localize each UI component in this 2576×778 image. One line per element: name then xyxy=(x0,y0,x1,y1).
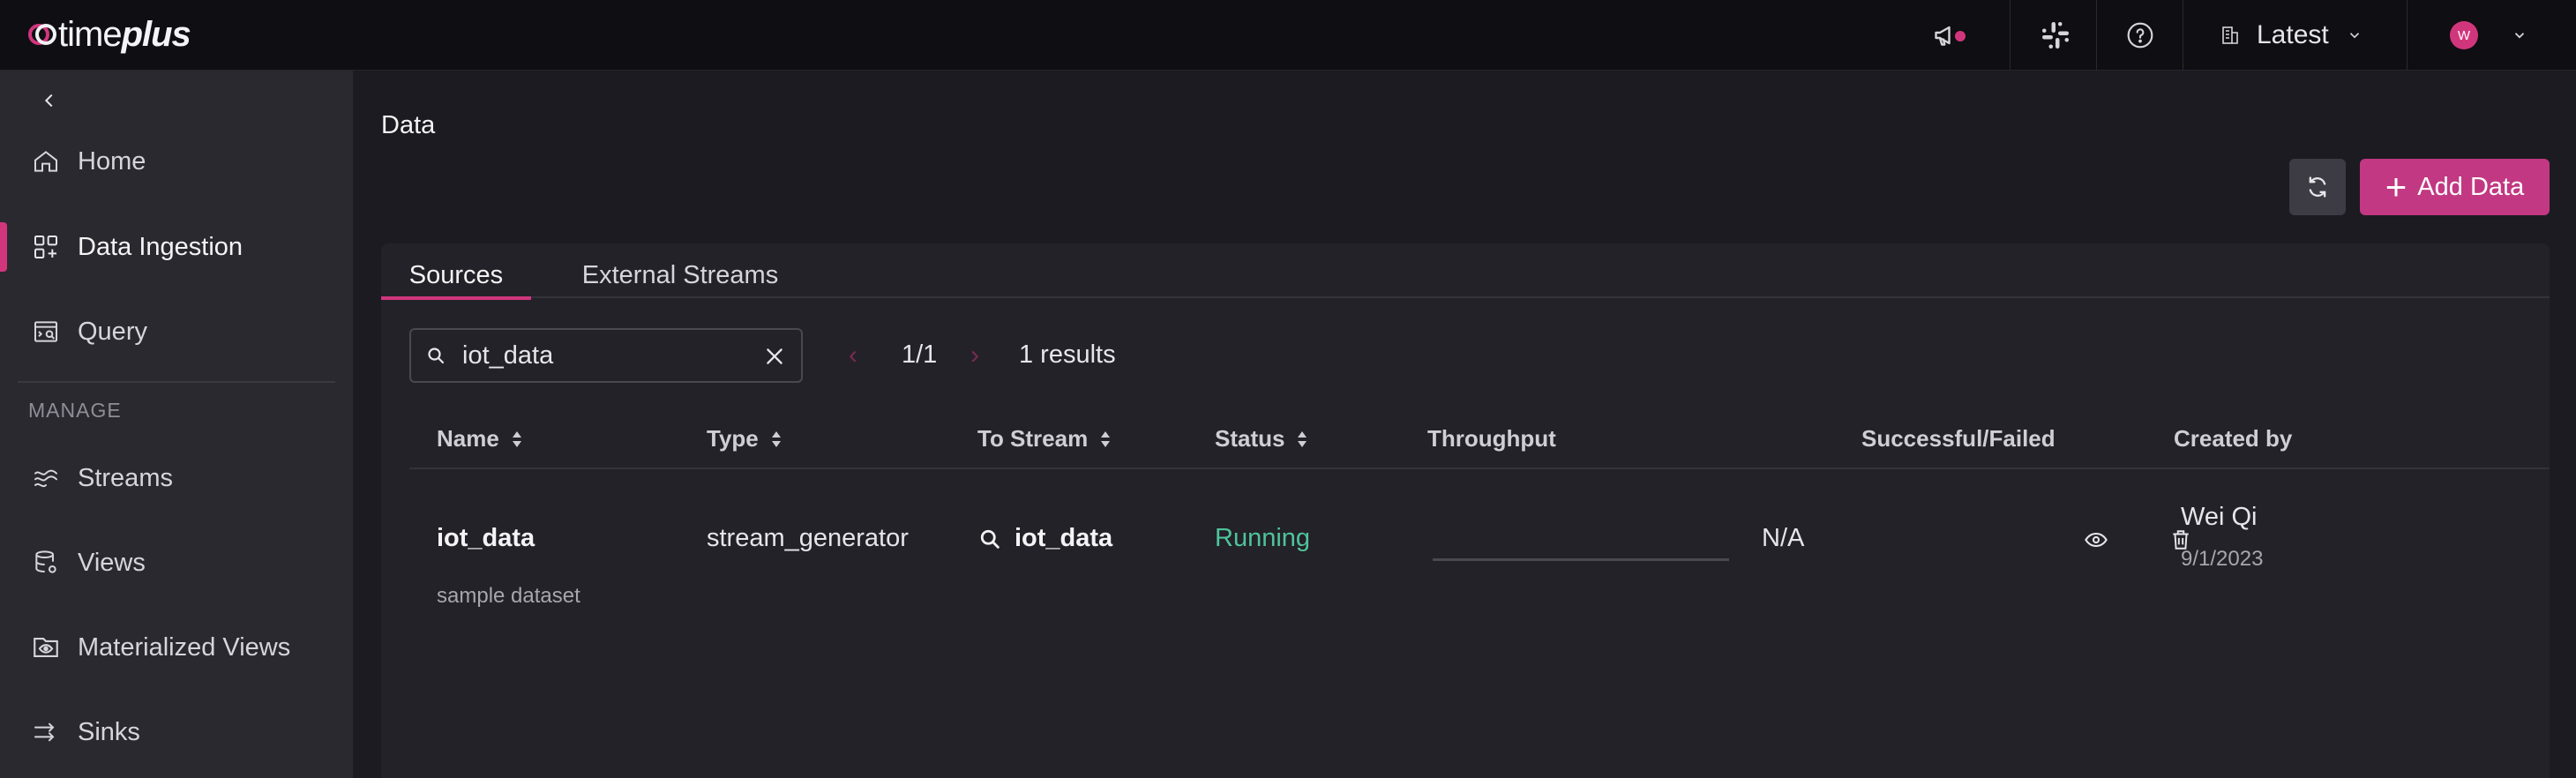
throughput-sparkline xyxy=(1433,558,1729,561)
sidebar-item-label: Streams xyxy=(78,463,173,492)
tab-sources[interactable]: Sources xyxy=(381,252,531,300)
row-to-stream-link[interactable]: iot_data xyxy=(977,524,1112,553)
user-avatar[interactable]: W xyxy=(2450,21,2478,49)
sidebar-item-label: Views xyxy=(78,548,146,577)
sidebar-divider xyxy=(18,381,335,383)
page-title: Data xyxy=(381,111,436,139)
version-selector[interactable]: Latest xyxy=(2220,16,2363,55)
sidebar: Home Data Ingestion Query MANAGE Streams… xyxy=(0,71,353,778)
sort-icon xyxy=(1297,430,1307,449)
sources-panel: Sources External Streams ‹ 1/1 › 1 resul… xyxy=(381,243,2550,778)
help-icon[interactable] xyxy=(2123,18,2158,53)
top-bar: timeplus Latest W xyxy=(0,0,2576,71)
search-icon xyxy=(425,344,448,367)
next-page-chevron-right-icon[interactable]: › xyxy=(970,340,979,370)
view-eye-icon[interactable] xyxy=(2078,522,2114,557)
column-header-type[interactable]: Type xyxy=(707,425,782,453)
sidebar-item-label: Home xyxy=(78,146,146,176)
version-label: Latest xyxy=(2257,20,2329,49)
streams-icon xyxy=(28,460,64,496)
column-header-status[interactable]: Status xyxy=(1215,425,1307,453)
sidebar-item-label: Data Ingestion xyxy=(78,232,243,261)
logo-text: timeplus xyxy=(58,14,191,54)
sort-icon xyxy=(1100,430,1111,449)
column-header-to-stream[interactable]: To Stream xyxy=(977,425,1111,453)
notification-dot xyxy=(1955,31,1966,41)
table-header-divider xyxy=(409,468,2550,469)
column-header-successful-failed: Successful/Failed xyxy=(1861,425,2056,452)
logo-mark-icon xyxy=(28,21,56,48)
chevron-down-icon xyxy=(2347,27,2363,43)
timeplus-logo[interactable]: timeplus xyxy=(28,12,191,56)
building-icon xyxy=(2220,25,2241,46)
sidebar-item-materialized-views[interactable]: Materialized Views xyxy=(0,612,353,683)
sort-icon xyxy=(771,430,782,449)
materialized-views-icon xyxy=(28,630,64,665)
row-status: Running xyxy=(1215,524,1311,552)
sidebar-item-label: Sinks xyxy=(78,717,140,746)
row-type: stream_generator xyxy=(707,524,909,552)
sidebar-item-sinks[interactable]: Sinks xyxy=(0,697,353,767)
search-field[interactable] xyxy=(409,328,803,383)
slack-icon[interactable] xyxy=(2038,18,2073,53)
sidebar-item-label: Materialized Views xyxy=(78,632,291,662)
sidebar-item-label: Query xyxy=(78,317,147,346)
results-count: 1 results xyxy=(1019,340,1116,369)
plus-icon: + xyxy=(2385,166,2408,207)
tab-external-streams[interactable]: External Streams xyxy=(570,252,790,298)
sort-icon xyxy=(512,430,522,449)
row-successful-failed: N/A xyxy=(1762,524,1805,552)
add-data-button[interactable]: + Add Data xyxy=(2360,159,2550,215)
refresh-icon xyxy=(2305,175,2330,199)
page-indicator: 1/1 xyxy=(902,340,938,369)
views-icon xyxy=(28,545,64,580)
announcement-megaphone-icon[interactable] xyxy=(1930,18,1966,53)
row-name[interactable]: iot_data xyxy=(437,524,535,553)
sidebar-item-home[interactable]: Home xyxy=(0,126,353,197)
clear-search-close-icon[interactable] xyxy=(760,342,789,370)
search-icon xyxy=(977,527,1002,551)
add-data-label: Add Data xyxy=(2417,172,2525,201)
home-icon xyxy=(28,144,64,179)
query-icon xyxy=(28,314,64,349)
column-header-throughput: Throughput xyxy=(1427,425,1556,452)
user-menu-chevron-down-icon[interactable] xyxy=(2502,18,2537,53)
row-description: sample dataset xyxy=(437,584,580,608)
search-input[interactable] xyxy=(462,340,745,370)
refresh-button[interactable] xyxy=(2289,159,2346,215)
sinks-icon xyxy=(28,714,64,750)
sidebar-item-streams[interactable]: Streams xyxy=(0,443,353,513)
data-ingestion-icon xyxy=(28,229,64,265)
sidebar-item-views[interactable]: Views xyxy=(0,527,353,598)
sidebar-item-query[interactable]: Query xyxy=(0,296,353,367)
column-header-name[interactable]: Name xyxy=(437,425,522,453)
previous-page-chevron-left-icon[interactable]: ‹ xyxy=(849,340,857,370)
sidebar-section-manage: MANAGE xyxy=(28,399,122,422)
delete-trash-icon[interactable] xyxy=(2163,522,2198,557)
sidebar-item-data-ingestion[interactable]: Data Ingestion xyxy=(0,212,353,282)
collapse-sidebar-chevron-left-icon[interactable] xyxy=(34,85,65,116)
column-header-created-by: Created by xyxy=(2174,425,2293,452)
